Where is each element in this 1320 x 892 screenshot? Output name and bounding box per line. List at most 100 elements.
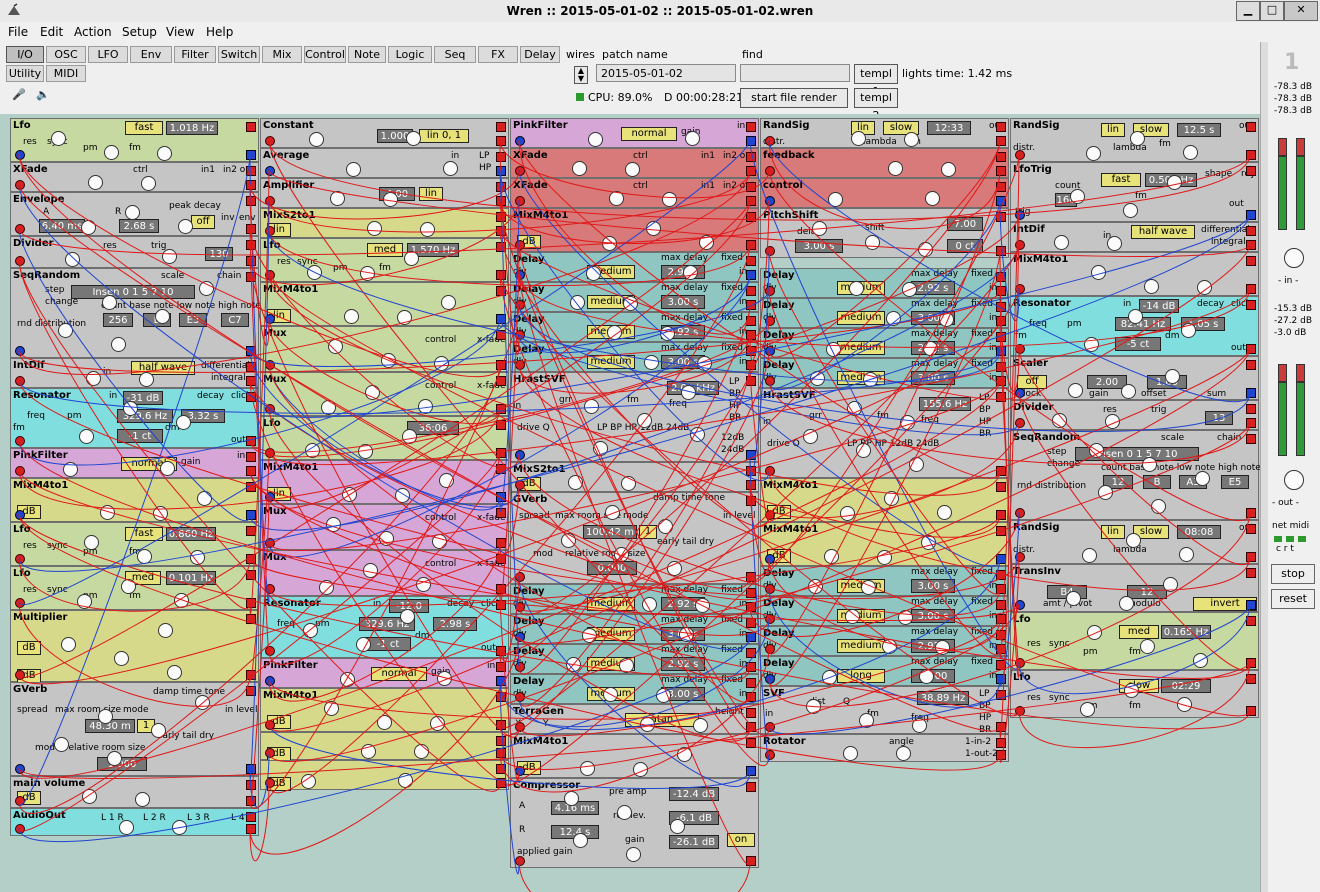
input-connector[interactable]: [765, 316, 775, 326]
parameter-knob[interactable]: [432, 534, 447, 549]
output-connector[interactable]: [496, 736, 506, 746]
parameter-knob[interactable]: [617, 805, 632, 820]
module-delay[interactable]: Delaymedium3.00 smax delayfixeddlyin: [510, 674, 759, 704]
parameter-knob[interactable]: [377, 715, 392, 730]
tab-env[interactable]: Env: [130, 46, 172, 63]
input-connector[interactable]: [515, 240, 525, 250]
output-connector[interactable]: [496, 360, 506, 370]
output-connector[interactable]: [1246, 616, 1256, 626]
parameter-knob[interactable]: [633, 762, 648, 777]
parameter-knob[interactable]: [153, 506, 168, 521]
module-constant[interactable]: Constant 1.000 lin 0, 1: [260, 118, 509, 148]
parameter-knob[interactable]: [307, 265, 322, 280]
module-delay[interactable]: Delaymedium2.92 smax delayfixeddlyin: [760, 626, 1009, 656]
output-connector[interactable]: [746, 360, 756, 370]
output-connector[interactable]: [996, 630, 1006, 640]
module-mixm4to1[interactable]: MixM4to1 dB: [260, 688, 509, 732]
output-connector[interactable]: [746, 196, 756, 206]
output-connector[interactable]: [996, 212, 1006, 222]
module-resonator[interactable]: Resonator -14 dB 82.41 Hz 1.05 s -5 ct in deca…: [1010, 296, 1259, 356]
menu-file[interactable]: File: [8, 25, 28, 39]
selector-button[interactable]: 1: [639, 525, 657, 539]
input-connector[interactable]: [15, 510, 25, 520]
input-connector[interactable]: [1015, 210, 1025, 220]
input-connector[interactable]: [265, 448, 275, 458]
module-delay[interactable]: Delaymedium2.92 smax delayfixeddlyin: [510, 252, 759, 282]
parameter-knob[interactable]: [685, 131, 700, 146]
parameter-knob[interactable]: [849, 281, 864, 296]
tab-switch[interactable]: Switch: [218, 46, 260, 63]
parameter-knob[interactable]: [63, 462, 78, 477]
output-connector[interactable]: [1246, 360, 1256, 370]
output-connector[interactable]: [496, 676, 506, 686]
input-connector[interactable]: [515, 766, 525, 776]
output-connector[interactable]: [996, 122, 1006, 132]
parameter-knob[interactable]: [681, 385, 696, 400]
output-connector[interactable]: [746, 722, 756, 732]
output-connector[interactable]: [1246, 508, 1256, 518]
tab-osc[interactable]: OSC: [46, 46, 86, 63]
value-display[interactable]: 155.6 Hz: [919, 397, 971, 411]
parameter-knob[interactable]: [114, 651, 129, 666]
output-connector[interactable]: [746, 496, 756, 506]
parameter-knob[interactable]: [88, 175, 103, 190]
output-connector[interactable]: [996, 482, 1006, 492]
parameter-knob[interactable]: [197, 491, 212, 506]
module-pinkfilter[interactable]: PinkFilternormalgainin: [510, 118, 759, 148]
output-connector[interactable]: [746, 738, 756, 748]
output-connector[interactable]: [996, 750, 1006, 760]
parameter-knob[interactable]: [365, 385, 380, 400]
value-display[interactable]: C7: [221, 313, 249, 327]
output-connector[interactable]: [496, 538, 506, 548]
module-multiplier[interactable]: Multiplier dB dB: [10, 610, 259, 683]
output-connector[interactable]: [996, 286, 1006, 296]
module-amplifier[interactable]: Amplifier 4.00 lin: [260, 178, 509, 208]
parameter-knob[interactable]: [863, 372, 878, 387]
parameter-knob[interactable]: [158, 623, 173, 638]
parameter-knob[interactable]: [1070, 189, 1085, 204]
output-connector[interactable]: [996, 376, 1006, 386]
output-connector[interactable]: [996, 584, 1006, 594]
tab-seq[interactable]: Seq: [434, 46, 476, 63]
parameter-knob[interactable]: [199, 281, 214, 296]
input-connector[interactable]: [1015, 388, 1025, 398]
parameter-knob[interactable]: [564, 791, 579, 806]
output-connector[interactable]: [1246, 150, 1256, 160]
parameter-knob[interactable]: [172, 820, 187, 835]
module-lfo[interactable]: Lfomed0.101 Hzressyncpmfm: [10, 566, 259, 610]
parameter-knob[interactable]: [157, 146, 172, 161]
module-mixm4to1[interactable]: MixM4to1 lin: [260, 460, 509, 504]
output-connector[interactable]: [996, 346, 1006, 356]
selector-button[interactable]: long: [837, 669, 885, 683]
parameter-knob[interactable]: [614, 547, 629, 562]
tab-fx[interactable]: FX: [478, 46, 518, 63]
parameter-knob[interactable]: [847, 401, 862, 416]
input-connector[interactable]: [265, 778, 275, 788]
parameter-knob[interactable]: [882, 639, 897, 654]
input-connector[interactable]: [515, 572, 525, 582]
output-connector[interactable]: [496, 764, 506, 774]
parameter-knob[interactable]: [621, 476, 636, 491]
input-connector[interactable]: [265, 166, 275, 176]
parameter-knob[interactable]: [367, 221, 382, 236]
parameter-knob[interactable]: [573, 833, 588, 848]
module-randsig[interactable]: RandSiglinslow12:33distr.lambdafmout: [760, 118, 1009, 148]
module-hrastsvf[interactable]: HrastSVF 155.6 Hz in grr fm freq LP BP HP BR drive…: [760, 388, 1009, 478]
value-display[interactable]: 3.00 s: [795, 239, 843, 253]
parameter-knob[interactable]: [679, 627, 694, 642]
parameter-knob[interactable]: [420, 222, 435, 237]
parameter-knob[interactable]: [939, 312, 954, 327]
parameter-knob[interactable]: [923, 341, 938, 356]
value-display[interactable]: 3.00 s: [911, 371, 955, 385]
output-connector[interactable]: [746, 122, 756, 132]
value-display[interactable]: -5 ct: [1115, 337, 1161, 351]
module-rotator[interactable]: Rotator angle 1-in-2 1-out-2: [760, 734, 1009, 762]
parameter-knob[interactable]: [102, 295, 117, 310]
output-connector[interactable]: [246, 598, 256, 608]
input-connector[interactable]: [765, 554, 775, 564]
output-connector[interactable]: [246, 466, 256, 476]
parameter-knob[interactable]: [840, 506, 855, 521]
output-connector[interactable]: [996, 690, 1006, 700]
module-divider[interactable]: Divider 13 res trig: [1010, 400, 1259, 430]
output-connector[interactable]: [746, 692, 756, 702]
